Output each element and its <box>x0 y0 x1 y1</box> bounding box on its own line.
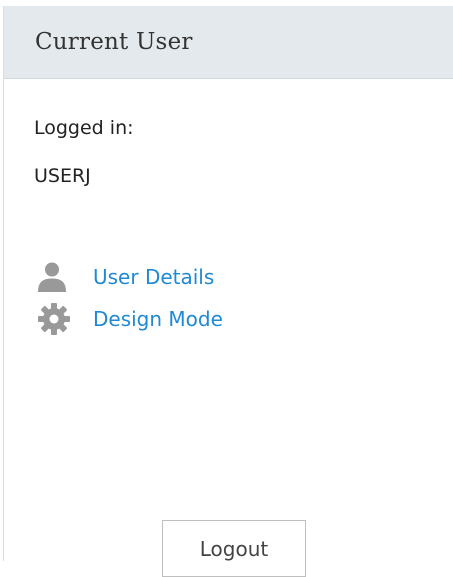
user-details-link[interactable]: User Details <box>37 260 214 294</box>
panel-header: Current User <box>4 6 453 79</box>
gear-icon <box>37 302 75 336</box>
logout-button[interactable]: Logout <box>162 520 306 577</box>
design-mode-label[interactable]: Design Mode <box>93 307 223 331</box>
user-details-label[interactable]: User Details <box>93 265 214 289</box>
design-mode-link[interactable]: Design Mode <box>37 302 223 336</box>
username: USERJ <box>34 165 91 187</box>
logged-in-label: Logged in: <box>34 117 134 139</box>
user-icon <box>37 260 75 294</box>
panel-title: Current User <box>35 29 193 55</box>
current-user-panel: Current User Logged in: USERJ User Detai… <box>3 6 453 577</box>
